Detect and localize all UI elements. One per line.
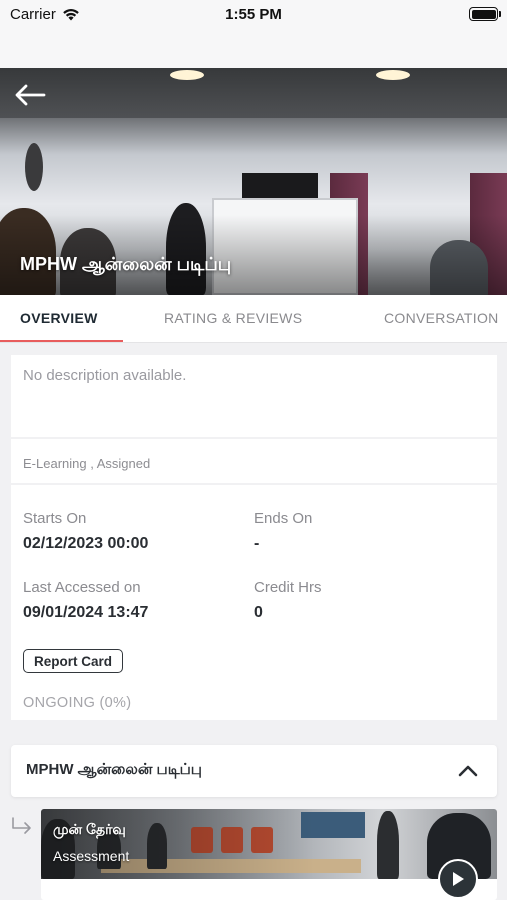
details-card: Starts On 02/12/2023 00:00 Ends On - Las…	[11, 485, 497, 720]
play-button[interactable]	[438, 859, 478, 899]
tab-bar: OVERVIEW RATING & REVIEWS CONVERSATION	[0, 295, 507, 343]
tab-overview[interactable]: OVERVIEW	[20, 310, 98, 326]
course-title: MPHW ஆன்லைன் படிப்பு	[20, 254, 232, 274]
banner-ceiling	[0, 68, 507, 118]
clock: 1:55 PM	[225, 6, 282, 23]
module-header[interactable]: MPHW ஆன்லைன் படிப்பு	[11, 745, 497, 797]
course-banner: MPHW ஆன்லைன் படிப்பு	[0, 68, 507, 295]
ends-on-value: -	[254, 535, 260, 552]
report-card-button[interactable]: Report Card	[23, 649, 124, 673]
tab-conversation[interactable]: CONVERSATION	[384, 310, 499, 326]
last-accessed-label: Last Accessed on	[23, 579, 141, 596]
lesson-thumbnail	[41, 809, 497, 879]
credit-hrs-value: 0	[254, 604, 263, 621]
arrow-left-icon	[15, 84, 46, 106]
play-icon	[453, 872, 464, 886]
lesson-card[interactable]: முன் தேர்வு Assessment	[41, 809, 497, 900]
module-title: MPHW ஆன்லைன் படிப்பு	[26, 761, 202, 778]
credit-hrs-label: Credit Hrs	[254, 579, 322, 596]
banner-light	[170, 70, 204, 80]
description-text: No description available.	[23, 367, 187, 384]
banner-screen	[242, 173, 318, 199]
status-bar: Carrier 1:55 PM	[0, 0, 507, 68]
lesson-title: முன் தேர்வு	[53, 821, 126, 837]
thumbnail-shade	[41, 809, 497, 879]
course-tags: E-Learning , Assigned	[23, 456, 151, 471]
subitem-arrow-icon	[12, 817, 31, 834]
banner-lamp	[25, 143, 43, 191]
lesson-type: Assessment	[53, 848, 130, 864]
starts-on-label: Starts On	[23, 510, 87, 527]
ends-on-label: Ends On	[254, 510, 313, 527]
back-button[interactable]	[12, 80, 48, 110]
tags-card: E-Learning , Assigned	[11, 439, 497, 483]
battery-icon	[469, 7, 501, 21]
progress-status: ONGOING (0%)	[23, 695, 132, 711]
chevron-up-icon[interactable]	[457, 762, 479, 778]
tab-rating-reviews[interactable]: RATING & REVIEWS	[164, 310, 302, 326]
last-accessed-value: 09/01/2024 13:47	[23, 604, 149, 621]
banner-light	[376, 70, 410, 80]
description-card: No description available.	[11, 355, 497, 437]
tab-indicator	[0, 340, 123, 342]
starts-on-value: 02/12/2023 00:00	[23, 535, 149, 552]
